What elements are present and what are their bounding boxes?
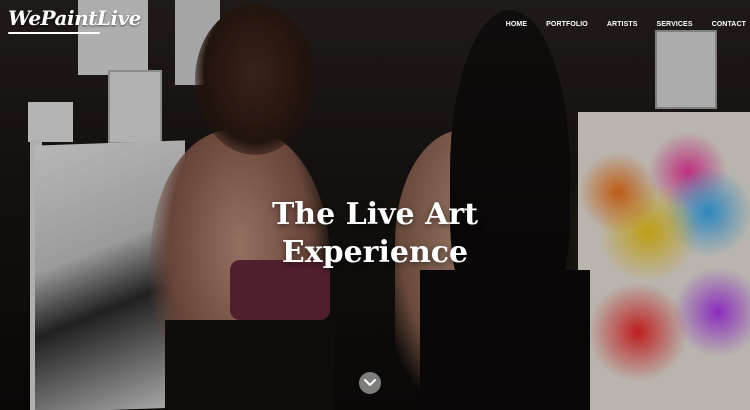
site-logo[interactable]: WePaintLive <box>8 6 141 36</box>
nav-services[interactable]: SERVICES <box>657 21 693 28</box>
nav-artists[interactable]: ARTISTS <box>607 21 638 28</box>
logo-text: WePaintLive <box>8 6 141 30</box>
nav-portfolio[interactable]: PORTFOLIO <box>546 21 588 28</box>
nav-home[interactable]: HOME <box>506 21 527 28</box>
nav-contact[interactable]: CONTACT <box>712 21 746 28</box>
hero-title: The Live Art Experience <box>0 196 750 272</box>
logo-swash <box>8 32 100 34</box>
hero-title-line1: The Live Art <box>271 197 479 232</box>
chevron-down-icon <box>364 379 376 386</box>
main-nav: HOME PORTFOLIO ARTISTS SERVICES CONTACT <box>506 21 746 28</box>
hero-title-line2: Experience <box>281 235 469 270</box>
scroll-down-button[interactable] <box>359 372 381 394</box>
